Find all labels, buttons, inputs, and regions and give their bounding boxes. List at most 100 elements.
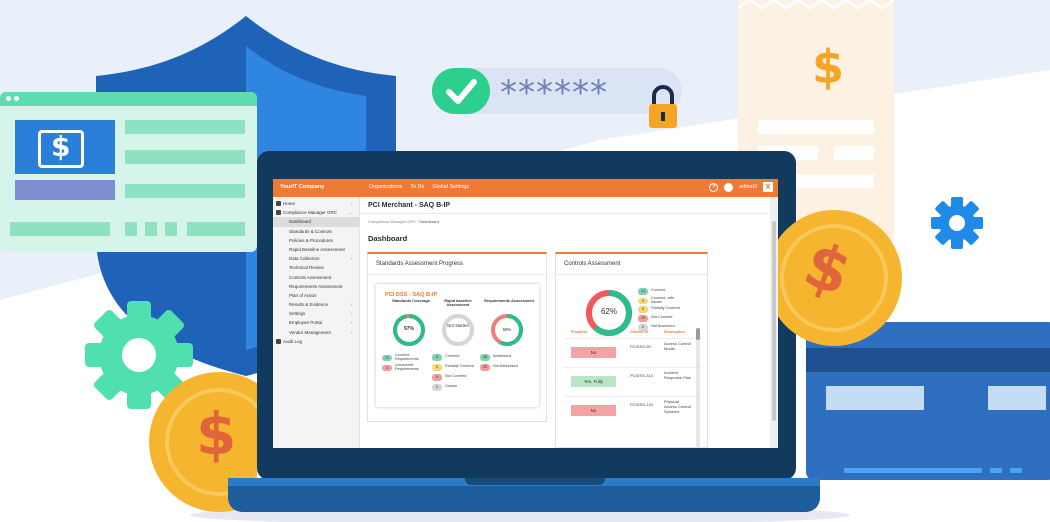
sidebar-item-5[interactable]: Rapid Baseline Assessment — [273, 245, 359, 254]
controls-legend-label: Partially Covered — [651, 306, 680, 311]
controls-legend-item: 24 Covered — [638, 288, 665, 295]
rapid-baseline-count-badge: 0 — [432, 374, 442, 381]
sidebar-item-13[interactable]: Employee Portal › — [273, 318, 359, 327]
browser-titlebar — [0, 92, 257, 106]
main-content: PCI Merchant - SAQ B-IP Compliance Manag… — [361, 197, 768, 448]
chevron-icon: ⌄ — [348, 210, 352, 216]
receipt-dollar-icon: $ — [812, 40, 845, 94]
sidebar-item-label: Employee Portal — [289, 320, 323, 326]
browser-illustration: $ — [0, 92, 257, 252]
sidebar-item-9[interactable]: Requirements Assessment — [273, 282, 359, 291]
sidebar-item-2[interactable]: Dashboard — [273, 217, 359, 227]
breadcrumb-parent[interactable]: Compliance Manager GRC — [368, 219, 416, 224]
requirements-legend-item: 48 Addressed — [480, 354, 511, 361]
rapid-baseline-donut — [442, 314, 474, 346]
controls-assessment-card: Controls Assessment 62% 24 Covered 0 Covere… — [555, 252, 708, 448]
coin-dollar-icon: $ — [196, 400, 237, 468]
sidebar-item-1[interactable]: Compliance Manager GRC ⌄ — [273, 208, 359, 217]
illustration-stage: $ $ ****** $ $ YourIT Company Organizati… — [0, 0, 1050, 522]
coverage-count-badge: 71 — [382, 354, 392, 362]
standard-summary-card[interactable]: PCI DSS - SAQ B-IP Standards Coverage Ra… — [376, 284, 539, 407]
controls-legend-item: 0 Covered, with issues — [638, 296, 683, 305]
requirements-heading: Requirements Assessment — [484, 298, 534, 303]
nav-organizations[interactable]: Organizations — [369, 184, 402, 190]
chevron-icon: › — [350, 329, 353, 335]
chevron-icon: › — [350, 302, 353, 308]
coverage-legend-label: Uncovered Requirements — [395, 363, 419, 371]
page-scrollbar[interactable] — [770, 197, 778, 448]
sidebar-item-3[interactable]: Standards & Controls — [273, 227, 359, 236]
sidebar-item-7[interactable]: Technical Review — [273, 263, 359, 272]
sidebar-item-4[interactable]: Policies & Procedures — [273, 236, 359, 245]
user-name[interactable]: edtest3 — [739, 184, 757, 190]
requirements-legend-item: 25 Not Addressed — [480, 364, 518, 371]
sidebar: Home › Compliance Manager GRC ⌄ Dashboard Sta… — [273, 197, 360, 448]
logout-icon[interactable]: X — [763, 182, 773, 192]
top-nav-links: Organizations To Do Global Settings — [369, 184, 469, 190]
nav-to-do[interactable]: To Do — [410, 184, 424, 190]
requirements-legend-label: Not Addressed — [493, 364, 518, 369]
table-row[interactable]: Yes, Fully PCIDSS-313 Incident Response Pl… — [564, 367, 703, 395]
sidebar-item-8[interactable]: Controls Assessment — [273, 273, 359, 282]
help-icon[interactable]: ? — [709, 182, 719, 192]
sidebar-item-icon — [276, 338, 281, 344]
standards-assessment-card: Standards Assessment Progress PCI DSS - … — [367, 252, 547, 422]
control-description: Physical Access Control Systems — [664, 399, 691, 414]
controls-legend-label: Not Covered — [651, 315, 673, 320]
breadcrumb: Compliance Manager GRC / Dashboard — [368, 219, 439, 224]
controls-card-title: Controls Assessment — [564, 261, 621, 267]
control-id[interactable]: PCIDSS-124 — [630, 402, 660, 407]
sidebar-item-12[interactable]: Settings › — [273, 309, 359, 318]
coverage-legend-item: 71 Covered Requirements — [382, 353, 427, 362]
sidebar-item-10[interactable]: Plan of Action — [273, 291, 359, 300]
rapid-baseline-legend-label: Unsure — [445, 384, 458, 389]
controls-count-badge: 0 — [638, 306, 648, 313]
requirements-legend-label: Addressed — [493, 354, 512, 359]
sidebar-item-label: Audit Log — [283, 338, 303, 344]
password-mask: ****** — [500, 73, 608, 113]
controls-legend-label: Covered — [651, 288, 666, 293]
progress-status-button[interactable]: No — [571, 405, 616, 416]
app-screen: YourIT Company Organizations To Do Globa… — [273, 179, 778, 448]
progress-status-button[interactable]: Yes, Fully — [571, 376, 616, 387]
sidebar-item-label: Technical Review — [289, 265, 324, 271]
coverage-legend-item: 2 Uncovered Requirements — [382, 363, 427, 372]
table-row[interactable]: No PCIDSS-90 Access Control Model — [564, 338, 703, 366]
sidebar-item-icon — [276, 210, 281, 216]
sidebar-item-6[interactable]: Data Collection › — [273, 254, 359, 263]
sidebar-item-label: Data Collection — [289, 256, 320, 262]
rapid-baseline-legend-item: 0 Covered — [432, 354, 459, 361]
progress-status-button[interactable]: No — [571, 347, 616, 358]
table-row[interactable]: No PCIDSS-124 Physical Access Control Syst… — [564, 396, 703, 424]
rapid-baseline-count-badge: 0 — [432, 384, 442, 391]
controls-legend-item: 29 Not Covered — [638, 315, 672, 322]
control-id[interactable]: PCIDSS-90 — [630, 344, 660, 349]
sidebar-item-label: Results & Evidence — [289, 302, 329, 308]
gear-icon — [931, 197, 983, 249]
sidebar-item-icon — [276, 201, 281, 206]
sidebar-item-label: Dashboard — [289, 219, 312, 225]
top-nav-bar: YourIT Company Organizations To Do Globa… — [273, 179, 778, 197]
col-control-id[interactable]: Control ID — [630, 330, 648, 334]
top-nav-right: ? edtest3 X — [709, 182, 773, 192]
brand-name[interactable]: YourIT Company — [280, 184, 324, 190]
col-description[interactable]: Description — [664, 330, 685, 334]
rapid-baseline-legend-label: Covered — [445, 354, 460, 359]
sidebar-item-label: Settings — [289, 311, 306, 317]
sidebar-item-label: Policies & Procedures — [289, 237, 334, 243]
lock-icon — [649, 85, 677, 128]
coverage-heading: Standards Coverage — [392, 298, 430, 303]
sidebar-item-14[interactable]: Vendor Management › — [273, 328, 359, 337]
user-icon[interactable] — [724, 182, 734, 192]
table-scrollbar[interactable] — [696, 328, 700, 448]
sidebar-item-15[interactable]: Audit Log — [273, 337, 359, 346]
sidebar-item-0[interactable]: Home › — [273, 199, 359, 208]
control-id[interactable]: PCIDSS-313 — [630, 373, 660, 378]
controls-count-badge: 24 — [638, 288, 648, 295]
coverage-legend-label: Covered Requirements — [395, 353, 419, 361]
requirements-count-badge: 25 — [480, 364, 490, 371]
col-progress[interactable]: Progress — [571, 330, 587, 334]
nav-global-settings[interactable]: Global Settings — [432, 184, 469, 190]
sidebar-item-11[interactable]: Results & Evidence › — [273, 300, 359, 309]
rapid-baseline-legend-item: 0 Partially Covered — [432, 364, 474, 371]
